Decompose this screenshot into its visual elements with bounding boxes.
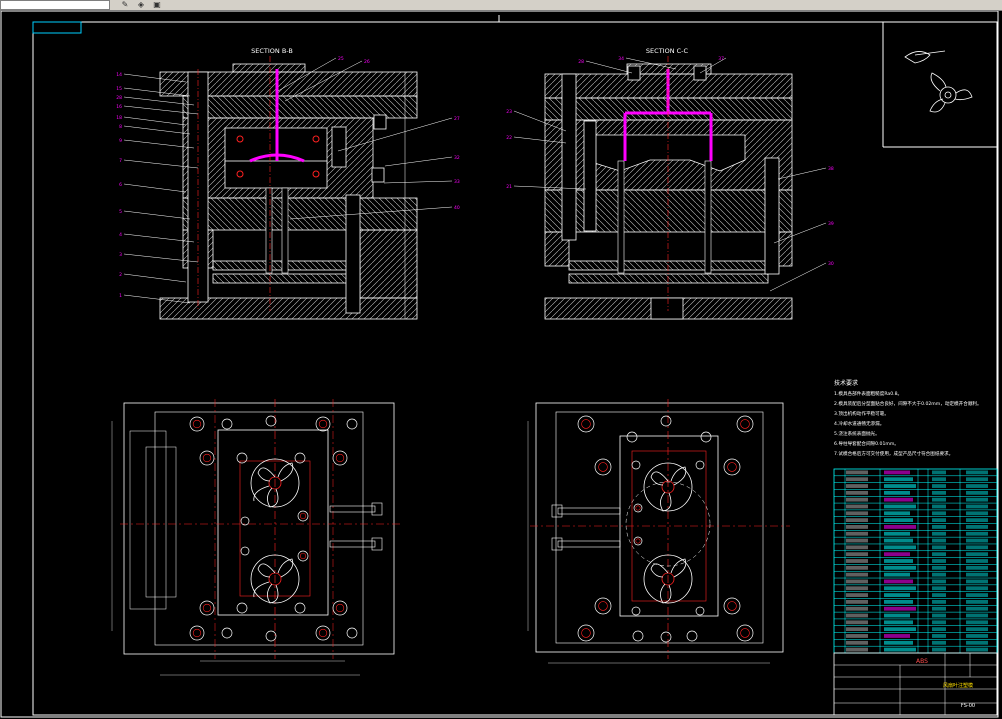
left-callout-label: 7 <box>119 158 122 164</box>
right-side-callout-label: 27 <box>454 116 460 122</box>
product-sketch-view[interactable] <box>882 22 997 148</box>
right-side-callout-label: 26 <box>364 59 370 65</box>
tech-notes-title: 技术要求 <box>834 379 858 387</box>
fixed-half-plan-view[interactable] <box>527 399 790 664</box>
left-callout-label: 3 <box>119 252 122 258</box>
right-side-callout-label: 30 <box>828 261 834 267</box>
left-callout-label: 15 <box>116 86 122 92</box>
right-callout-label: 23 <box>506 109 512 115</box>
right-side-callout-label: 32 <box>454 155 460 161</box>
left-callout-label: 6 <box>119 182 122 188</box>
drawing-name: 风扇叶注塑模 <box>943 682 973 689</box>
right-callout-label: 22 <box>506 135 512 141</box>
section-c-c-title: SECTION C-C <box>646 47 689 55</box>
section-b-b-title: SECTION B-B <box>251 47 293 55</box>
tech-note-line: 5.浇注系统表面抛光。 <box>834 430 880 437</box>
toolbar-strip: ✎ ◈ ▣ <box>0 0 1002 11</box>
material-label: ABS <box>916 658 928 665</box>
tech-note-line: 6.导柱导套配合间隙0.01mm。 <box>834 440 899 447</box>
palette-icon[interactable]: ✎ <box>118 0 132 9</box>
parts-list-table[interactable] <box>833 468 998 654</box>
tech-note-line: 1.模具各部件表面粗糙度Ra0.8。 <box>834 390 902 397</box>
right-side-callout-label: 39 <box>828 221 834 227</box>
command-input[interactable] <box>0 0 110 10</box>
corner-tag <box>32 21 82 34</box>
tech-note-line: 7.试模合格后方可交付使用，成型产品尺寸符合图纸要求。 <box>834 450 953 457</box>
left-callout-label: 16 <box>116 104 122 110</box>
layer-icon[interactable]: ◈ <box>134 0 148 9</box>
left-callout-label: 14 <box>116 72 122 78</box>
drawing-border <box>32 21 998 716</box>
right-callout-label: 37 <box>718 56 724 62</box>
moving-half-plan-view[interactable] <box>111 399 400 676</box>
left-callout-label: 5 <box>119 209 122 215</box>
left-callout-label: 18 <box>116 115 122 121</box>
right-side-callout-label: 25 <box>338 56 344 62</box>
left-callout-label: 9 <box>119 138 122 144</box>
technical-requirements: 技术要求 1.模具各部件表面粗糙度Ra0.8。 2.模具装配后分型面贴合良好，间隙… <box>834 379 982 457</box>
left-callout-label: 2 <box>119 272 122 278</box>
plan-right-holes <box>577 415 754 643</box>
left-callout-label: 28 <box>116 95 122 101</box>
right-callout-label: 21 <box>506 184 512 190</box>
tech-note-line: 4.冷却水道通畅无渗漏。 <box>834 420 884 427</box>
tech-note-line: 2.模具装配后分型面贴合良好，间隙不大于0.02mm，动定模开合顺利。 <box>834 400 982 407</box>
drawing-canvas[interactable]: SECTION B-B 1415281618897654321 25262732… <box>0 11 1002 719</box>
right-side-callout-label: 40 <box>454 205 460 211</box>
right-callout-label: 34 <box>618 56 624 62</box>
title-block[interactable]: ABS 风扇叶注塑模 FS-00 <box>833 652 998 716</box>
drawing-number: FS-00 <box>961 703 975 709</box>
left-callout-label: 4 <box>119 232 122 238</box>
section-c-c-view[interactable]: SECTION C-C 28 34 37 23 22 21 38 39 30 <box>506 47 834 320</box>
section-b-b-view[interactable]: SECTION B-B 1415281618897654321 25262732… <box>116 47 460 320</box>
tech-note-line: 3.顶出机构动作平稳可靠。 <box>834 410 889 417</box>
left-callout-label: 8 <box>119 124 122 130</box>
right-side-callout-label: 38 <box>828 166 834 172</box>
right-callout-label: 28 <box>578 59 584 65</box>
left-callout-label: 1 <box>119 293 122 299</box>
sheet-frame <box>0 11 999 718</box>
properties-icon[interactable]: ▣ <box>150 0 164 9</box>
right-side-callout-label: 33 <box>454 179 460 185</box>
